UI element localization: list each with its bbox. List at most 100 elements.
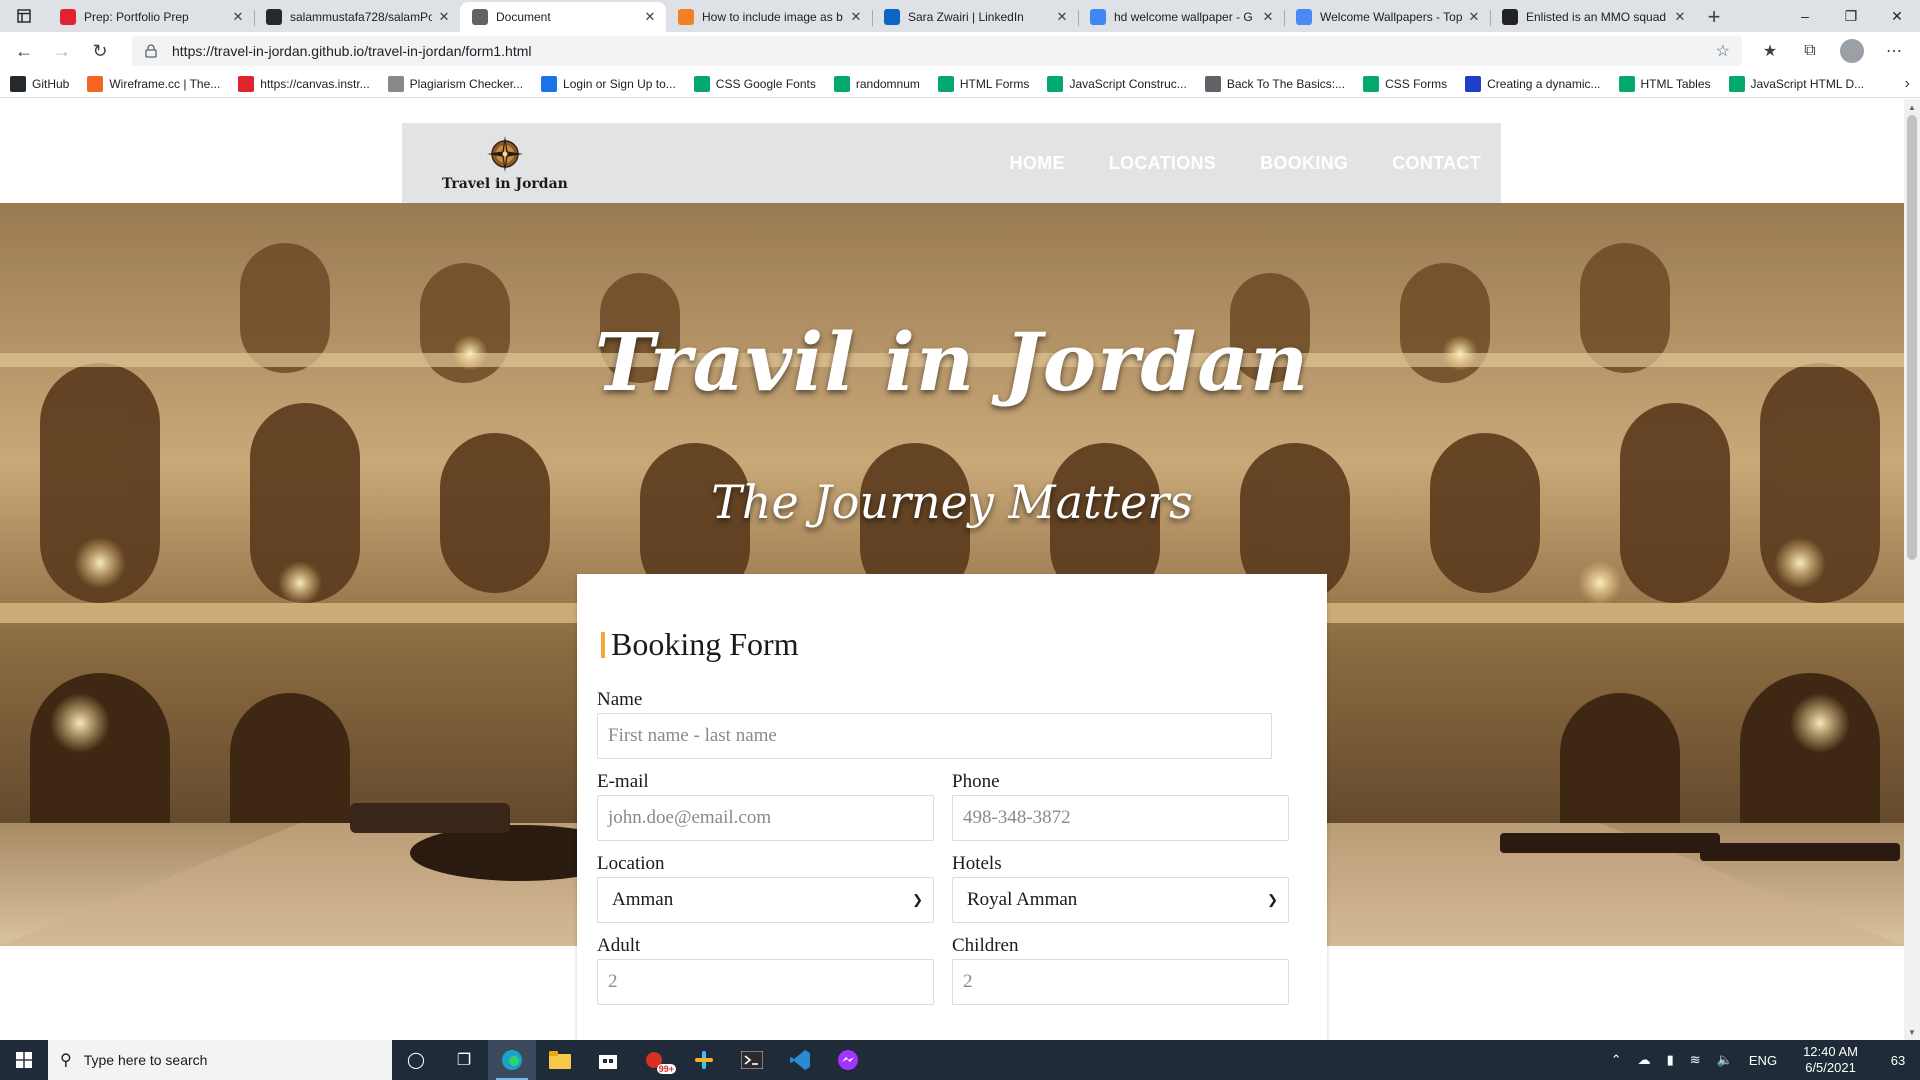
- browser-tab[interactable]: Sara Zwairi | LinkedIn ✕: [872, 2, 1078, 32]
- location-select[interactable]: Amman ❯: [597, 877, 934, 923]
- w3schools-icon: [1728, 75, 1745, 92]
- scroll-down-icon[interactable]: ▼: [1904, 1024, 1920, 1040]
- bookmark-item[interactable]: JavaScript Construc...: [1047, 75, 1187, 92]
- language-indicator[interactable]: ENG: [1741, 1053, 1785, 1068]
- hotels-label: Hotels: [952, 853, 1002, 874]
- file-explorer-icon[interactable]: [536, 1040, 584, 1080]
- new-tab-button[interactable]: +: [1696, 2, 1732, 32]
- bookmark-item[interactable]: Back To The Basics:...: [1204, 75, 1345, 92]
- vscode-icon[interactable]: [776, 1040, 824, 1080]
- w3schools-icon: [1618, 75, 1635, 92]
- notification-center-button[interactable]: 63: [1876, 1040, 1920, 1080]
- wifi-icon[interactable]: ≋: [1682, 1052, 1709, 1068]
- bookmark-item[interactable]: Login or Sign Up to...: [541, 75, 676, 92]
- volume-icon[interactable]: 🔈: [1709, 1052, 1741, 1068]
- close-tab-icon[interactable]: ✕: [230, 9, 246, 25]
- address-bar[interactable]: https://travel-in-jordan.github.io/trave…: [132, 36, 1742, 66]
- site-logo[interactable]: Travel in Jordan: [442, 134, 568, 192]
- adult-input[interactable]: 2: [597, 959, 934, 1005]
- name-input[interactable]: First name - last name: [597, 713, 1272, 759]
- bookmark-label: HTML Tables: [1640, 76, 1711, 91]
- close-tab-icon[interactable]: ✕: [642, 9, 658, 25]
- bookmark-item[interactable]: randomnum: [833, 75, 920, 92]
- bookmark-label: CSS Forms: [1385, 76, 1448, 91]
- terminal-icon[interactable]: [728, 1040, 776, 1080]
- email-input[interactable]: john.doe@email.com: [597, 795, 934, 841]
- w3schools-icon: [1363, 75, 1380, 92]
- chevron-right-icon[interactable]: ›: [1905, 75, 1910, 93]
- menu-link-locations[interactable]: LOCATIONS: [1109, 153, 1216, 174]
- stackoverflow-icon: [678, 9, 694, 25]
- start-button[interactable]: [0, 1040, 48, 1080]
- tab-title: hd welcome wallpaper - G: [1114, 10, 1253, 24]
- chevron-up-icon[interactable]: ⌃: [1603, 1052, 1630, 1068]
- phone-input[interactable]: 498-348-3872: [952, 795, 1289, 841]
- cortana-icon[interactable]: ◯: [392, 1040, 440, 1080]
- close-tab-icon[interactable]: ✕: [1260, 9, 1276, 25]
- form-title: Booking Form: [611, 626, 799, 662]
- close-tab-icon[interactable]: ✕: [1054, 9, 1070, 25]
- edge-browser-icon[interactable]: [488, 1040, 536, 1080]
- close-tab-icon[interactable]: ✕: [436, 9, 452, 25]
- browser-tab[interactable]: Enlisted is an MMO squad ✕: [1490, 2, 1696, 32]
- bookmarks-bar: GitHub Wireframe.cc | The... https://canva…: [0, 70, 1920, 98]
- menu-link-booking[interactable]: BOOKING: [1260, 153, 1348, 174]
- messenger-icon[interactable]: [824, 1040, 872, 1080]
- bookmark-item[interactable]: JavaScript HTML D...: [1728, 75, 1864, 92]
- browser-tab[interactable]: Document ✕: [460, 2, 666, 32]
- wireframe-icon: [87, 75, 104, 92]
- favorites-icon[interactable]: ★: [1752, 35, 1788, 67]
- taskbar-search[interactable]: ⚲ Type here to search: [48, 1040, 392, 1080]
- bookmark-item[interactable]: HTML Forms: [937, 75, 1029, 92]
- tab-title: Sara Zwairi | LinkedIn: [908, 10, 1024, 24]
- bookmark-item[interactable]: https://canvas.instr...: [238, 75, 370, 92]
- browser-tab[interactable]: Prep: Portfolio Prep ✕: [48, 2, 254, 32]
- scroll-up-icon[interactable]: ▲: [1904, 99, 1920, 115]
- tab-title: Welcome Wallpapers - Top: [1320, 10, 1462, 24]
- reload-button[interactable]: ↻: [84, 35, 116, 67]
- browser-tab[interactable]: How to include image as b ✕: [666, 2, 872, 32]
- browser-tab[interactable]: hd welcome wallpaper - G ✕: [1078, 2, 1284, 32]
- profile-avatar[interactable]: [1840, 39, 1864, 63]
- back-button[interactable]: ←: [8, 35, 40, 67]
- minimize-button[interactable]: –: [1782, 0, 1828, 32]
- menu-link-contact[interactable]: CONTACT: [1392, 153, 1481, 174]
- bookmark-label: GitHub: [32, 76, 70, 91]
- sst-icon: [387, 75, 404, 92]
- slack-icon[interactable]: [680, 1040, 728, 1080]
- browser-tab[interactable]: salammustafa728/salamPo ✕: [254, 2, 460, 32]
- bookmark-item[interactable]: GitHub: [10, 75, 70, 92]
- tab-actions-button[interactable]: [0, 0, 48, 32]
- favorite-star-icon[interactable]: ☆: [1716, 41, 1730, 61]
- forward-button[interactable]: →: [46, 35, 78, 67]
- scroll-thumb[interactable]: [1907, 115, 1917, 560]
- mail-app-icon[interactable]: 99+: [632, 1040, 680, 1080]
- page-scrollbar[interactable]: ▲ ▼: [1904, 99, 1920, 1040]
- bookmark-item[interactable]: Plagiarism Checker...: [387, 75, 523, 92]
- battery-icon[interactable]: ▮: [1659, 1052, 1682, 1068]
- hotels-select[interactable]: Royal Amman ❯: [952, 877, 1289, 923]
- close-window-button[interactable]: ✕: [1874, 0, 1920, 32]
- more-options-icon[interactable]: ⋯: [1876, 35, 1912, 67]
- bookmark-item[interactable]: Wireframe.cc | The...: [87, 75, 220, 92]
- browser-tab[interactable]: Welcome Wallpapers - Top ✕: [1284, 2, 1490, 32]
- collections-icon[interactable]: ⧉: [1792, 35, 1828, 67]
- close-tab-icon[interactable]: ✕: [848, 9, 864, 25]
- clock[interactable]: 12:40 AM 6/5/2021: [1785, 1044, 1876, 1076]
- bookmark-item[interactable]: Creating a dynamic...: [1465, 75, 1601, 92]
- restore-button[interactable]: ❐: [1828, 0, 1874, 32]
- children-input[interactable]: 2: [952, 959, 1289, 1005]
- bookmark-item[interactable]: HTML Tables: [1618, 75, 1711, 92]
- close-tab-icon[interactable]: ✕: [1672, 9, 1688, 25]
- bookmark-item[interactable]: CSS Google Fonts: [693, 75, 816, 92]
- phone-label: Phone: [952, 771, 1000, 792]
- canvas-icon: [60, 9, 76, 25]
- toolbar-actions: ★ ⧉ ⋯: [1752, 35, 1912, 67]
- task-view-icon[interactable]: ❐: [440, 1040, 488, 1080]
- onedrive-icon[interactable]: ☁: [1630, 1052, 1659, 1068]
- bookmark-item[interactable]: CSS Forms: [1363, 75, 1448, 92]
- store-icon[interactable]: [584, 1040, 632, 1080]
- close-tab-icon[interactable]: ✕: [1466, 9, 1482, 25]
- menu-link-home[interactable]: HOME: [1010, 153, 1065, 174]
- window-controls: – ❐ ✕: [1782, 0, 1920, 32]
